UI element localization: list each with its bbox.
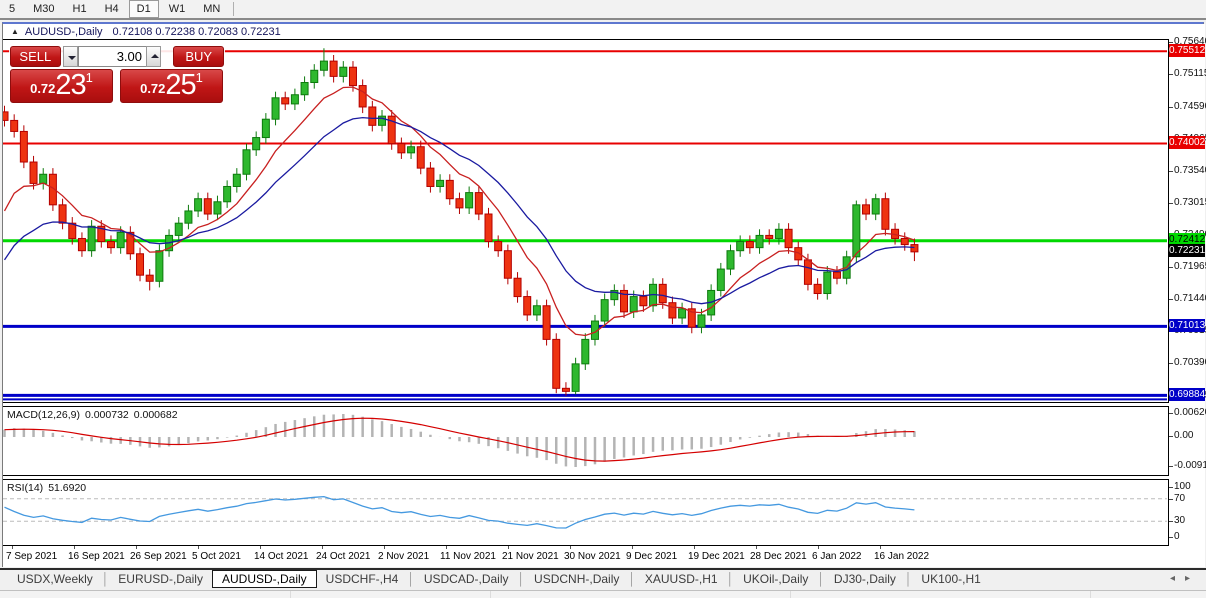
volume-increase-button[interactable]	[146, 46, 161, 67]
buy-big-figure: 0.72	[140, 78, 165, 100]
price-chart-pane[interactable]: SELL BUY 0.72231 0.72251	[3, 39, 1169, 403]
sell-button[interactable]: SELL	[10, 46, 61, 67]
chart-tab-dj30-daily[interactable]: DJ30-,Daily	[825, 571, 905, 587]
date-axis-label: 5 Oct 2021	[192, 551, 241, 562]
axis-tick-label: 0.71965	[1174, 261, 1206, 272]
sell-price-box[interactable]: 0.72231	[10, 69, 113, 103]
chart-tab-uk100-h1[interactable]: UK100-,H1	[912, 571, 989, 587]
chart-ohlc-values: 0.72108 0.72238 0.72083 0.72231	[113, 26, 281, 38]
date-axis-label: 28 Dec 2021	[750, 551, 807, 562]
rsi-axis-label: 0	[1174, 531, 1180, 542]
chart-tab-ukoil-daily[interactable]: UKOil-,Daily	[734, 571, 817, 587]
chevron-down-icon	[68, 56, 76, 60]
chevron-up-icon	[151, 54, 159, 58]
chart-tab-bar: USDX,Weekly│EURUSD-,DailyAUDUSD-,DailyUS…	[0, 568, 1206, 588]
sell-pipette: 1	[86, 71, 93, 84]
buy-pips: 25	[165, 71, 195, 100]
axis-tick-label: 0.74590	[1174, 101, 1206, 112]
axis-tick-label: 0.70390	[1174, 357, 1206, 368]
tab-separator: │	[905, 572, 913, 586]
price-axis: 0.756400.751150.745900.740650.735400.730…	[1169, 24, 1205, 567]
one-click-trade-panel: SELL BUY 0.72231 0.72251	[9, 45, 225, 104]
level-price-badge: 0.74002	[1169, 136, 1205, 149]
chart-tab-audusd-daily[interactable]: AUDUSD-,Daily	[212, 570, 317, 588]
macd-axis-label: -0.00919	[1174, 460, 1206, 471]
timeframe-button-h1[interactable]: H1	[65, 0, 95, 18]
macd-label: MACD(12,26,9)0.0007320.000682	[7, 409, 183, 421]
macd-pane[interactable]: MACD(12,26,9)0.0007320.000682	[3, 406, 1169, 476]
chart-tab-xauusd-h1[interactable]: XAUUSD-,H1	[636, 571, 727, 587]
rsi-pane[interactable]: RSI(14)51.6920	[3, 479, 1169, 546]
axis-tick-label: 0.71440	[1174, 293, 1206, 304]
macd-axis-label: 0.00	[1174, 430, 1193, 441]
timeframe-button-d1[interactable]: D1	[129, 0, 159, 18]
rsi-axis-label: 100	[1174, 481, 1191, 492]
macd-axis-label: 0.006201	[1174, 407, 1206, 418]
rsi-label: RSI(14)51.6920	[7, 482, 91, 494]
date-axis-label: 2 Nov 2021	[378, 551, 429, 562]
date-axis: 7 Sep 2021 16 Sep 2021 26 Sep 2021 5 Oct 20…	[3, 546, 1169, 567]
timeframe-toolbar: 5M30H1H4D1W1MN	[0, 0, 1206, 20]
chart-title-bar: ▲ AUDUSD-,Daily 0.72108 0.72238 0.72083 …	[3, 24, 1203, 39]
sell-big-figure: 0.72	[30, 78, 55, 100]
date-axis-label: 6 Jan 2022	[812, 551, 862, 562]
collapse-panel-icon[interactable]: ▲	[11, 27, 19, 36]
chart-tab-usdcad-daily[interactable]: USDCAD-,Daily	[415, 571, 518, 587]
date-axis-label: 30 Nov 2021	[564, 551, 621, 562]
buy-pipette: 1	[196, 71, 203, 84]
tab-separator: │	[727, 572, 735, 586]
rsi-axis-label: 30	[1174, 515, 1185, 526]
date-axis-label: 19 Dec 2021	[688, 551, 745, 562]
chart-tab-eurusd-daily[interactable]: EURUSD-,Daily	[109, 571, 212, 587]
chart-tab-usdx-weekly[interactable]: USDX,Weekly	[8, 571, 102, 587]
timeframe-button-h4[interactable]: H4	[97, 0, 127, 18]
tab-scroll-arrows[interactable]: ◂▸	[1170, 573, 1200, 584]
timeframe-button-w1[interactable]: W1	[161, 0, 194, 18]
status-strip	[0, 590, 1206, 598]
date-axis-label: 7 Sep 2021	[6, 551, 57, 562]
tab-separator: │	[102, 572, 110, 586]
level-price-badge: 0.69884	[1169, 388, 1205, 401]
tab-scroll-left-icon[interactable]: ◂	[1170, 573, 1185, 584]
level-price-badge: 0.71013	[1169, 319, 1205, 332]
sell-pips: 23	[55, 71, 85, 100]
level-price-badge: 0.75512	[1169, 44, 1205, 57]
axis-tick-label: 0.73540	[1174, 165, 1206, 176]
chart-symbol-label: AUDUSD-,Daily	[25, 26, 103, 38]
rsi-canvas	[3, 480, 1167, 545]
tab-separator: │	[407, 572, 415, 586]
tab-separator: │	[817, 572, 825, 586]
date-axis-label: 21 Nov 2021	[502, 551, 559, 562]
date-axis-label: 16 Jan 2022	[874, 551, 929, 562]
chart-tab-usdcnh-daily[interactable]: USDCNH-,Daily	[525, 571, 628, 587]
timeframe-button-m30[interactable]: M30	[25, 0, 62, 18]
current-price-badge: 0.72231	[1169, 244, 1205, 257]
trading-terminal: 5M30H1H4D1W1MN ▲ AUDUSD-,Daily 0.72108 0…	[0, 0, 1206, 598]
timeframe-button-mn[interactable]: MN	[195, 0, 228, 18]
tab-scroll-right-icon[interactable]: ▸	[1185, 573, 1200, 584]
buy-button[interactable]: BUY	[173, 46, 224, 67]
chart-tab-usdchf-h4[interactable]: USDCHF-,H4	[317, 571, 408, 587]
rsi-axis-label: 70	[1174, 493, 1185, 504]
tab-separator: │	[518, 572, 526, 586]
tab-separator: │	[628, 572, 636, 586]
axis-tick-label: 0.73015	[1174, 197, 1206, 208]
buy-price-box[interactable]: 0.72251	[120, 69, 223, 103]
timeframe-button-5[interactable]: 5	[1, 0, 23, 18]
date-axis-label: 9 Dec 2021	[626, 551, 677, 562]
date-axis-label: 24 Oct 2021	[316, 551, 370, 562]
volume-decrease-button[interactable]	[63, 46, 78, 67]
volume-input[interactable]	[78, 46, 146, 67]
date-axis-label: 26 Sep 2021	[130, 551, 187, 562]
axis-tick-label: 0.75115	[1174, 68, 1206, 79]
date-axis-label: 11 Nov 2021	[440, 551, 496, 562]
date-axis-label: 16 Sep 2021	[68, 551, 125, 562]
date-axis-label: 14 Oct 2021	[254, 551, 308, 562]
toolbar-separator	[233, 2, 234, 16]
chart-window: ▲ AUDUSD-,Daily 0.72108 0.72238 0.72083 …	[2, 22, 1204, 567]
